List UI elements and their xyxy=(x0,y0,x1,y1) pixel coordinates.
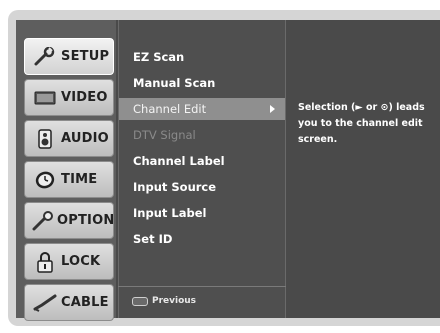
sidebar-item-time[interactable]: TIME xyxy=(24,161,114,198)
sidebar-item-audio[interactable]: AUDIO xyxy=(24,120,114,157)
cable-icon xyxy=(31,292,59,314)
sidebar-item-lock[interactable]: LOCK xyxy=(24,243,114,280)
sidebar-item-label: SETUP xyxy=(61,49,110,64)
speaker-icon xyxy=(31,128,59,150)
menu-item-manual-scan[interactable]: Manual Scan xyxy=(119,72,285,94)
arrow-right-icon xyxy=(270,105,275,113)
setup-submenu: EZ Scan Manual Scan Channel Edit DTV Sig… xyxy=(118,20,286,318)
sidebar-item-label: CABLE xyxy=(61,295,109,310)
sidebar-item-label: OPTION xyxy=(57,213,115,228)
help-text: Selection (► or ⊙) leads you to the chan… xyxy=(298,102,425,145)
menu-item-set-id[interactable]: Set ID xyxy=(119,228,285,250)
previous-hint[interactable]: Previous xyxy=(132,292,196,310)
menu-item-channel-edit[interactable]: Channel Edit xyxy=(119,98,285,120)
menu-item-input-source[interactable]: Input Source xyxy=(119,176,285,198)
previous-label: Previous xyxy=(152,296,197,306)
sidebar-item-label: TIME xyxy=(61,172,98,187)
category-sidebar: SETUP VIDEO AUDIO TIME OPTION LOCK CABLE xyxy=(16,20,116,321)
sidebar-item-setup[interactable]: SETUP xyxy=(24,38,114,75)
sidebar-item-cable[interactable]: CABLE xyxy=(24,284,114,321)
sidebar-item-label: AUDIO xyxy=(61,131,109,146)
sidebar-item-label: VIDEO xyxy=(61,90,108,105)
tv-icon xyxy=(31,87,59,109)
sidebar-item-option[interactable]: OPTION xyxy=(24,202,114,239)
sidebar-item-video[interactable]: VIDEO xyxy=(24,79,114,116)
menu-item-input-label[interactable]: Input Label xyxy=(119,202,285,224)
menu-item-ez-scan[interactable]: EZ Scan xyxy=(119,46,285,68)
menu-key-icon xyxy=(132,296,148,306)
sidebar-item-label: LOCK xyxy=(61,254,101,269)
wrench-icon xyxy=(31,46,59,68)
menu-item-label: Channel Edit xyxy=(133,102,207,116)
menu-item-dtv-signal: DTV Signal xyxy=(133,128,196,142)
clock-icon xyxy=(31,169,59,191)
option-icon xyxy=(31,210,55,232)
padlock-icon xyxy=(31,251,59,273)
footer-divider xyxy=(118,286,286,287)
menu-item-channel-label[interactable]: Channel Label xyxy=(119,150,285,172)
